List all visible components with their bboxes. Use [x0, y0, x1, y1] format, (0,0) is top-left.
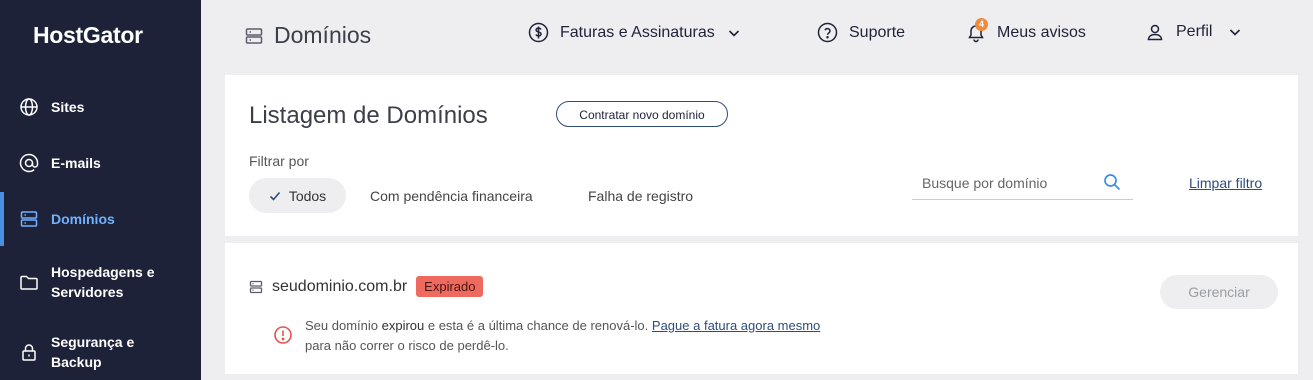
- globe-icon: [19, 97, 39, 117]
- sidebar-item-hospedagens[interactable]: Hospedagens e Servidores: [0, 262, 201, 302]
- domain-listing-panel: Listagem de Domínios Contratar novo domí…: [225, 75, 1298, 236]
- server-icon: [19, 209, 39, 229]
- notification-count-badge: 4: [975, 18, 988, 31]
- clear-filter-link[interactable]: Limpar filtro: [1189, 175, 1262, 191]
- invoices-menu[interactable]: Faturas e Assinaturas: [528, 22, 741, 43]
- status-badge: Expirado: [416, 276, 484, 297]
- filter-label: Filtrar por: [249, 153, 309, 169]
- folder-icon: [19, 272, 39, 292]
- chevron-down-icon: [728, 29, 739, 37]
- server-icon: [249, 280, 263, 293]
- server-icon: [245, 27, 263, 44]
- filter-chip-label: Falha de registro: [588, 187, 694, 204]
- hostgator-logo[interactable]: HostGator: [33, 22, 143, 49]
- warning-text-line2: para não correr o risco de perdê-lo.: [305, 338, 509, 353]
- notifications-label: Meus avisos: [997, 23, 1086, 41]
- warning-emphasis: expirou: [381, 318, 425, 333]
- search-icon[interactable]: [1103, 173, 1122, 192]
- user-icon: [1147, 24, 1163, 41]
- profile-label: Perfil: [1176, 23, 1213, 40]
- sidebar: HostGator Sites E-mails Domínios Hospeda…: [0, 0, 201, 380]
- domain-name[interactable]: seudominio.com.br: [272, 278, 407, 296]
- filter-chip-todos[interactable]: Todos: [249, 178, 346, 213]
- help-circle-icon: [817, 22, 838, 43]
- warning-text-part: e esta é a última chance de renová-lo.: [424, 318, 649, 333]
- manage-button[interactable]: Gerenciar: [1160, 275, 1278, 309]
- sidebar-item-dominios[interactable]: Domínios: [0, 192, 201, 246]
- at-sign-icon: [19, 153, 39, 173]
- domain-card: seudominio.com.br Expirado Gerenciar Seu…: [225, 243, 1298, 374]
- support-link[interactable]: Suporte: [817, 22, 905, 43]
- sidebar-item-sites[interactable]: Sites: [0, 96, 201, 118]
- sidebar-item-label: Segurança e Backup: [51, 334, 135, 370]
- notifications-button[interactable]: 4 Meus avisos: [966, 18, 1086, 43]
- filter-chip-falha[interactable]: Falha de registro: [588, 178, 693, 213]
- domain-search: [912, 167, 1133, 200]
- filter-chip-label: Todos: [288, 187, 327, 204]
- sidebar-item-label: E-mails: [51, 155, 101, 171]
- dollar-circle-icon: [528, 22, 549, 43]
- sidebar-item-seguranca[interactable]: Segurança e Backup: [0, 332, 201, 372]
- filter-chip-label: Com pendência financeira: [370, 187, 533, 204]
- sidebar-item-label: Hospedagens e Servidores: [51, 264, 155, 300]
- pay-invoice-link[interactable]: Pague a fatura agora mesmo: [652, 318, 820, 333]
- filter-chip-pendencia[interactable]: Com pendência financeira: [370, 178, 533, 213]
- top-header: Domínios Faturas e Assinaturas Suporte 4…: [201, 0, 1313, 70]
- support-label: Suporte: [849, 23, 906, 41]
- invoices-label: Faturas e Assinaturas: [560, 23, 715, 41]
- sidebar-item-label: Sites: [51, 99, 85, 115]
- page-title: Domínios: [274, 22, 372, 48]
- lock-icon: [19, 342, 39, 362]
- profile-menu[interactable]: Perfil: [1145, 22, 1242, 42]
- sidebar-item-label: Domínios: [51, 211, 115, 227]
- warning-text: Seu domínio expirou e esta é a última ch…: [305, 316, 820, 356]
- chevron-down-icon: [1230, 29, 1241, 36]
- check-icon: [269, 191, 280, 201]
- warning-text-part: Seu domínio: [305, 318, 382, 333]
- page-title-group: Domínios: [244, 22, 371, 49]
- domain-header: seudominio.com.br Expirado: [249, 276, 484, 297]
- listing-title: Listagem de Domínios: [249, 102, 488, 129]
- alert-circle-icon: [274, 326, 292, 344]
- new-domain-button[interactable]: Contratar novo domínio: [556, 101, 728, 127]
- bell-icon: 4: [966, 18, 988, 43]
- sidebar-item-emails[interactable]: E-mails: [0, 152, 201, 174]
- search-input[interactable]: [920, 174, 1104, 192]
- expiration-warning: Seu domínio expirou e esta é a última ch…: [273, 316, 820, 356]
